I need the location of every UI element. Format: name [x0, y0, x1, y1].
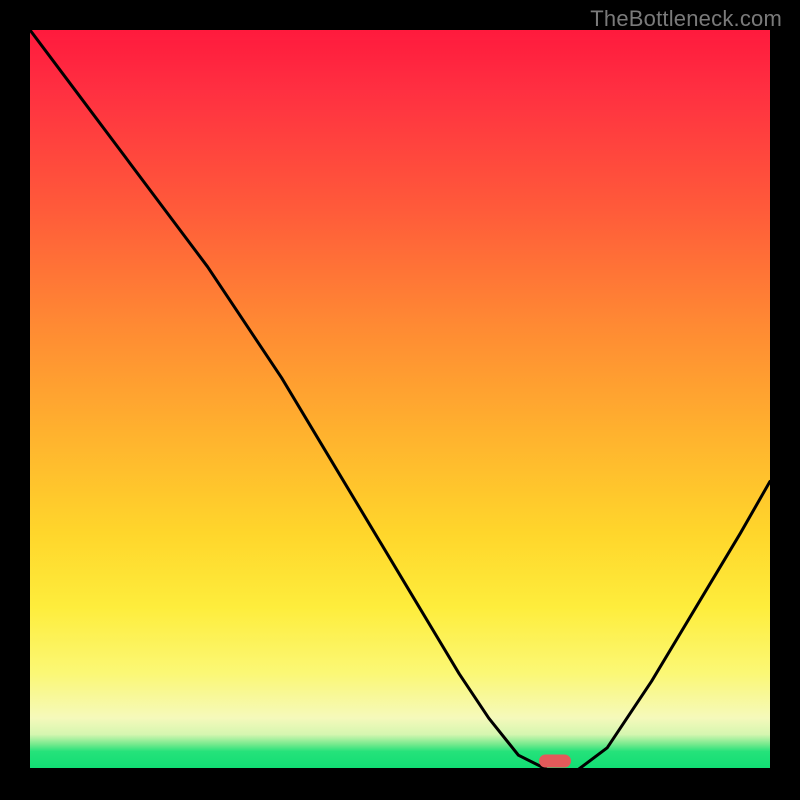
optimal-marker: [539, 755, 571, 768]
bottleneck-curve: [30, 30, 770, 770]
x-axis-line: [30, 768, 770, 770]
watermark-text: TheBottleneck.com: [590, 6, 782, 32]
plot-area: [30, 30, 770, 770]
